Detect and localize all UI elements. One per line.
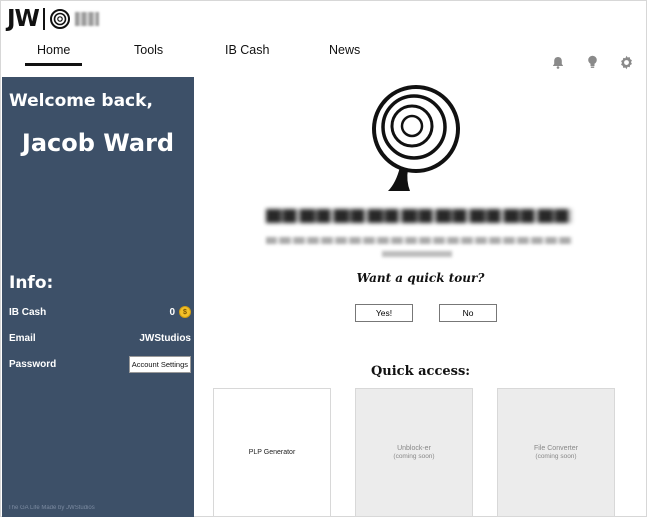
- email-value: JWStudios: [139, 332, 191, 344]
- card-title: Unblock-er: [397, 445, 431, 452]
- info-heading: Info:: [9, 273, 54, 293]
- swirl-logo-icon: [49, 9, 70, 29]
- app-logo: JW: [7, 5, 99, 33]
- quick-access-title: Quick access:: [370, 364, 471, 379]
- card-subtitle: (coming soon): [535, 453, 577, 460]
- blurred-heading: [266, 209, 572, 223]
- card-title: File Converter: [534, 445, 578, 452]
- welcome-text: Welcome back,: [9, 91, 153, 111]
- tab-home[interactable]: Home: [24, 43, 83, 66]
- ib-cash-label: IB Cash: [9, 306, 47, 318]
- blurred-logo-text: [74, 12, 99, 26]
- card-subtitle: (coming soon): [393, 453, 435, 460]
- card-title: PLP Generator: [248, 449, 296, 456]
- info-row-ib-cash: IB Cash 0 $: [9, 303, 191, 321]
- user-name: Jacob Ward: [21, 129, 175, 157]
- bell-icon[interactable]: [550, 54, 566, 70]
- logo-text: JW: [7, 6, 40, 32]
- ib-cash-value: 0: [169, 306, 175, 318]
- blurred-subtitle-line2: [382, 251, 452, 257]
- sidebar: Welcome back, Jacob Ward Info: IB Cash 0…: [2, 77, 194, 517]
- coin-icon: $: [179, 306, 191, 318]
- sidebar-footer: The GA Life Made by JWStudios: [8, 505, 95, 511]
- info-row-email: Email JWStudios: [9, 329, 191, 347]
- password-label: Password: [9, 358, 57, 370]
- card-file-converter[interactable]: File Converter (coming soon): [497, 388, 615, 517]
- tab-tools[interactable]: Tools: [134, 43, 163, 57]
- card-plp-generator[interactable]: PLP Generator: [213, 388, 331, 517]
- card-unblocker[interactable]: Unblock-er (coming soon): [355, 388, 473, 517]
- logo-divider: [42, 8, 45, 30]
- blurred-subtitle: [266, 237, 572, 244]
- tour-no-button[interactable]: No: [439, 304, 497, 322]
- tour-question: Want a quick tour?: [356, 271, 485, 285]
- gear-icon[interactable]: [618, 54, 634, 70]
- tour-yes-button[interactable]: Yes!: [355, 304, 413, 322]
- lightbulb-icon[interactable]: [584, 54, 600, 70]
- swirl-logo-icon: [372, 85, 460, 191]
- ib-cash-value-group: 0 $: [169, 306, 191, 318]
- main-content: Want a quick tour? Yes! No Quick access:…: [194, 77, 647, 517]
- tab-news[interactable]: News: [329, 43, 360, 57]
- app-window: JW Home Tools IB Cash News Welcome back,…: [0, 0, 647, 517]
- tab-ib-cash[interactable]: IB Cash: [225, 43, 269, 57]
- info-row-password: Password Account Settings: [9, 355, 191, 373]
- account-settings-button[interactable]: Account Settings: [128, 355, 191, 373]
- header-icons: [550, 54, 634, 70]
- email-label: Email: [9, 332, 36, 344]
